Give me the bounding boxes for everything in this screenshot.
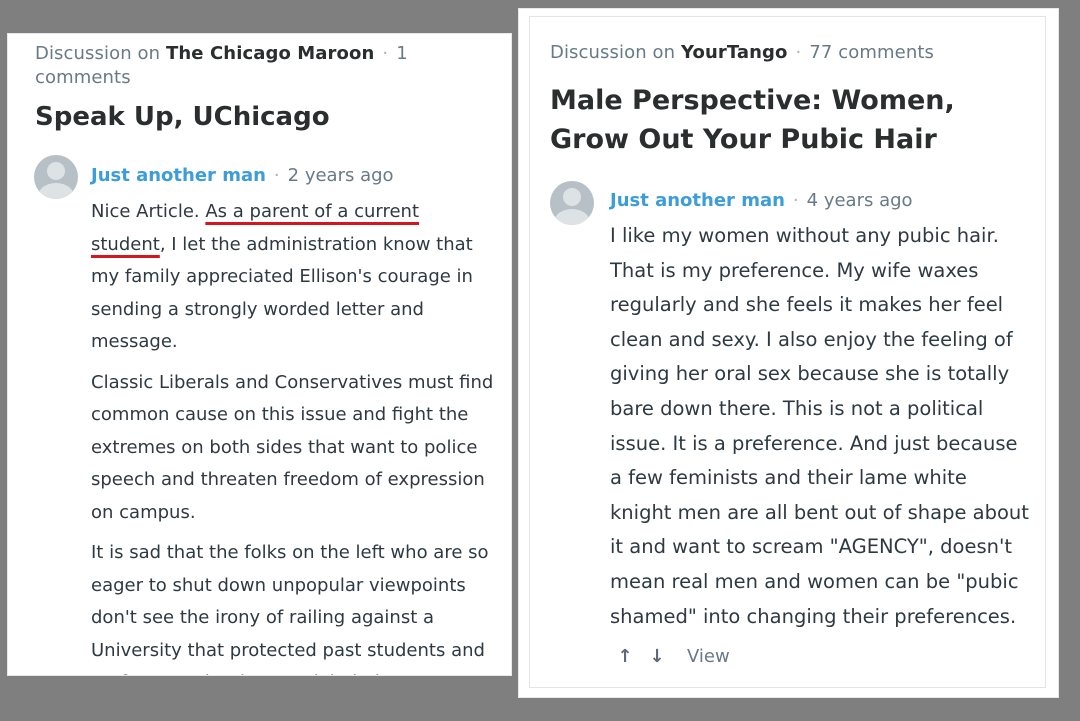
site-name-link[interactable]: YourTango bbox=[681, 42, 788, 63]
discussion-header: Discussion on The Chicago Maroon · 1 commen… bbox=[35, 42, 415, 90]
comment-timestamp[interactable]: 2 years ago bbox=[288, 165, 394, 186]
comment-paragraph: Classic Liberals and Conservatives must … bbox=[91, 371, 494, 523]
comment-footer: ↑ ↓ View bbox=[615, 645, 730, 669]
paragraph-text: Nice Article. bbox=[91, 201, 206, 222]
avatar[interactable] bbox=[550, 181, 594, 225]
author-name-link[interactable]: Just another man bbox=[610, 190, 785, 211]
arrow-up-icon[interactable]: ↑ bbox=[615, 645, 635, 669]
comment-paragraph: It is sad that the folks on the left who… bbox=[91, 542, 489, 675]
comment-meta: Just another man · 2 years ago bbox=[91, 164, 394, 188]
left-discussion-card: Discussion on The Chicago Maroon · 1 commen… bbox=[7, 33, 512, 676]
discussion-prefix: Discussion on bbox=[550, 42, 681, 63]
comments-count[interactable]: 1 bbox=[396, 43, 408, 64]
comment-paragraph: I like my women without any pubic hair. … bbox=[610, 224, 1029, 628]
separator-dot: · bbox=[792, 190, 799, 211]
arrow-down-icon[interactable]: ↓ bbox=[647, 645, 667, 669]
separator-dot: · bbox=[273, 165, 280, 186]
author-name-link[interactable]: Just another man bbox=[91, 165, 266, 186]
comment-body: Nice Article. As a parent of a current s… bbox=[91, 196, 499, 675]
avatar-body-shape bbox=[554, 209, 590, 225]
avatar-body-shape bbox=[38, 183, 74, 199]
page-title[interactable]: Male Perspective: Women, Grow Out Your P… bbox=[550, 81, 1020, 159]
comment-body: I like my women without any pubic hair. … bbox=[610, 219, 1030, 634]
comment-paragraph: Nice Article. As a parent of a current s… bbox=[91, 196, 499, 359]
separator-dot: · bbox=[795, 42, 802, 63]
view-link[interactable]: View bbox=[687, 645, 730, 669]
comments-count-label[interactable]: comments bbox=[35, 67, 131, 88]
avatar-head-shape bbox=[563, 188, 581, 206]
avatar-head-shape bbox=[47, 162, 65, 180]
right-discussion-card: Discussion on YourTango · 77 comments Male… bbox=[518, 8, 1059, 698]
comment-timestamp[interactable]: 4 years ago bbox=[807, 190, 913, 211]
site-name-link[interactable]: The Chicago Maroon bbox=[166, 43, 374, 64]
avatar[interactable] bbox=[34, 155, 78, 199]
page-title[interactable]: Speak Up, UChicago bbox=[35, 100, 330, 134]
discussion-prefix: Discussion on bbox=[35, 43, 166, 64]
discussion-header: Discussion on YourTango · 77 comments bbox=[550, 41, 934, 65]
comment-meta: Just another man · 4 years ago bbox=[610, 189, 913, 213]
separator-dot: · bbox=[382, 43, 389, 64]
comments-count[interactable]: 77 comments bbox=[809, 42, 934, 63]
